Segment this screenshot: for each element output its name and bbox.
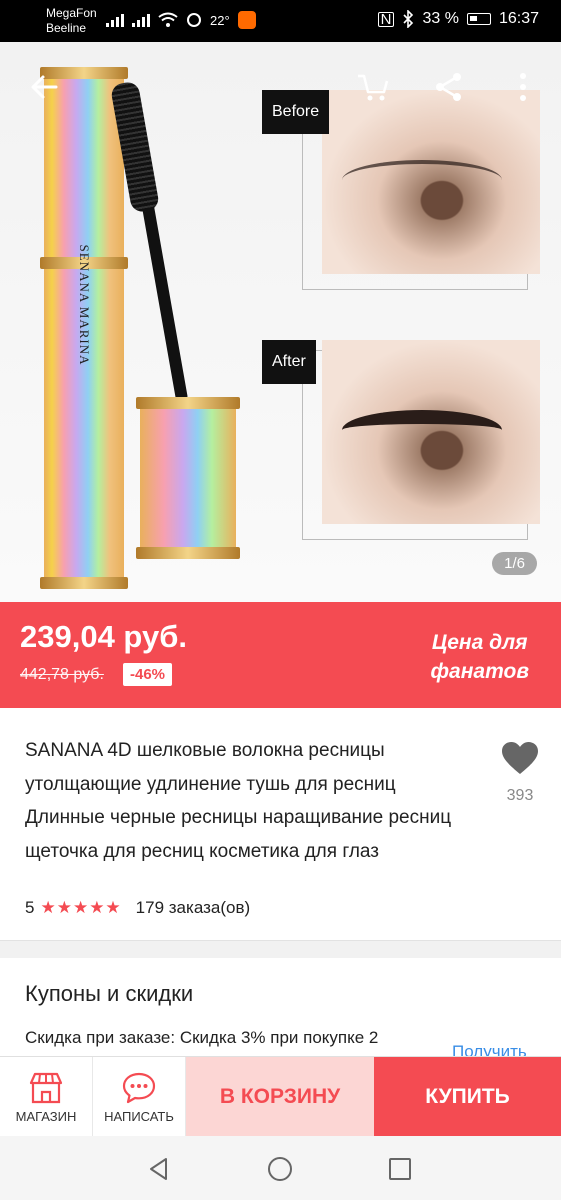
- current-price: 239,04 руб.: [20, 619, 187, 654]
- store-label: МАГАЗИН: [15, 1108, 77, 1124]
- image-counter: 1/6: [492, 552, 537, 575]
- bottom-action-bar: МАГАЗИН НАПИСАТЬ В КОРЗИНУ КУПИТЬ: [0, 1056, 561, 1137]
- price-banner: 239,04 руб. 442,78 руб. -46% Цена для фа…: [0, 602, 561, 708]
- mascara-tube-image: SENANA MARINA: [40, 67, 128, 589]
- share-icon[interactable]: [432, 70, 466, 104]
- app-notification-icon: [237, 11, 256, 29]
- buy-now-button[interactable]: КУПИТЬ: [374, 1057, 561, 1137]
- before-label: Before: [262, 90, 330, 134]
- home-circle-icon[interactable]: [267, 1156, 293, 1182]
- battery-percent: 33 %: [422, 10, 459, 27]
- fan-price-line-2: фанатов: [430, 660, 529, 683]
- battery-icon: [466, 13, 491, 25]
- bluetooth-icon: [403, 10, 414, 28]
- coupon-description: Скидка при заказе: Скидка 3% при покупке…: [25, 1028, 379, 1047]
- system-navigation-bar: [0, 1136, 561, 1200]
- before-eye-photo: [322, 90, 540, 274]
- back-arrow-icon[interactable]: [28, 70, 62, 104]
- after-eye-photo: [322, 340, 540, 524]
- message-button[interactable]: НАПИСАТЬ: [93, 1057, 186, 1137]
- old-price: 442,78 руб.: [20, 666, 104, 683]
- heart-icon[interactable]: [500, 740, 540, 776]
- mascara-cap-image: [136, 397, 240, 559]
- rating-value: 5: [25, 898, 35, 917]
- wifi-icon: [158, 12, 178, 27]
- more-options-icon[interactable]: [506, 70, 540, 104]
- store-icon: [29, 1072, 63, 1103]
- store-button[interactable]: МАГАЗИН: [0, 1057, 93, 1137]
- back-triangle-icon[interactable]: [146, 1156, 172, 1182]
- status-right: N 33 % 16:37: [377, 10, 539, 28]
- favorites-count: 393: [506, 787, 534, 804]
- after-label: After: [262, 340, 316, 384]
- nfc-icon: N: [377, 11, 395, 27]
- carrier-1: MegaFon: [46, 6, 97, 20]
- product-image-gallery[interactable]: SENANA MARINA Before After 1/6: [0, 42, 561, 602]
- add-to-cart-button[interactable]: В КОРЗИНУ: [186, 1057, 374, 1137]
- chat-icon: [122, 1072, 156, 1103]
- cap-band: [136, 547, 240, 559]
- before-photo-card: Before: [262, 90, 542, 290]
- after-photo-card: After: [262, 340, 542, 540]
- tube-band: [40, 577, 128, 589]
- coupons-title: Купоны и скидки: [25, 981, 194, 1006]
- carrier-2: Beeline: [46, 21, 87, 35]
- temperature: 22°: [210, 12, 230, 28]
- cart-icon[interactable]: [356, 70, 390, 104]
- recents-square-icon[interactable]: [387, 1156, 413, 1182]
- discount-badge: -46%: [123, 663, 173, 686]
- clock: 16:37: [498, 10, 539, 27]
- status-bar: MegaFon Beeline 22° N 33 % 16:37: [0, 0, 561, 42]
- star-rating-icon: ★★★★★: [40, 898, 122, 917]
- signal-icon-2: [132, 13, 150, 27]
- cap-band: [136, 397, 240, 409]
- status-left-icons: 22°: [106, 9, 256, 31]
- carrier-names: MegaFon Beeline: [46, 6, 97, 36]
- weather-icon: [187, 13, 201, 27]
- fan-price-line-1: Цена для: [431, 631, 528, 654]
- section-divider: [0, 940, 561, 958]
- product-title: SANANA 4D шелковые волокна ресницы утолщ…: [25, 740, 452, 862]
- message-label: НАПИСАТЬ: [104, 1108, 174, 1124]
- rating-row[interactable]: 5 ★★★★★ 179 заказа(ов): [25, 898, 250, 918]
- fan-price-label: Цена для фанатов: [430, 628, 529, 686]
- orders-count: 179 заказа(ов): [135, 898, 251, 917]
- product-brand-text: SENANA MARINA: [77, 244, 92, 366]
- signal-icon: [106, 13, 124, 27]
